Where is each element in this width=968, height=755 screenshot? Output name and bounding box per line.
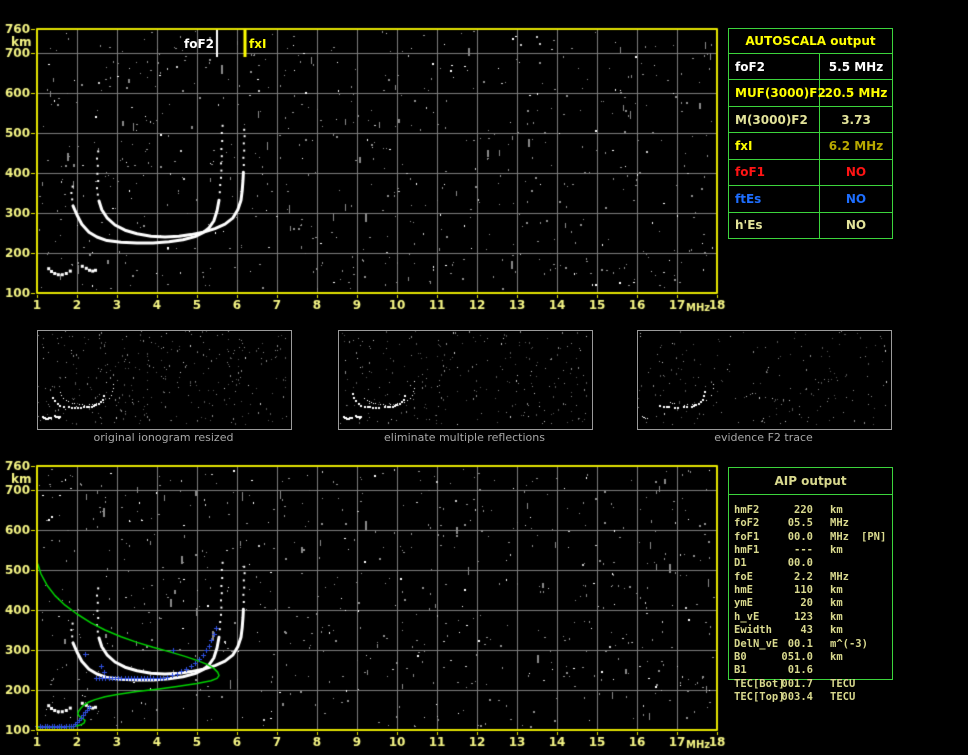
aip-name: hmF1 — [734, 544, 760, 557]
autoscala-row: MUF(3000)F2 20.5 MHz — [729, 80, 892, 107]
thumbnail-eliminate-canvas — [339, 331, 590, 427]
aip-name: hmF2 — [734, 504, 760, 516]
aip-row: B1 01.6 — [729, 664, 892, 677]
aip-unit: km — [830, 624, 843, 637]
autoscala-value: 3.73 — [841, 112, 871, 127]
aip-name: foF2 — [734, 517, 760, 530]
autoscala-row: ftEs NO — [729, 186, 892, 213]
thumbnail-evidence-canvas — [638, 331, 889, 427]
aip-unit: km — [830, 584, 843, 597]
autoscala-param: ftEs — [729, 186, 820, 212]
aip-unit: km — [830, 597, 843, 610]
autoscala-param: M(3000)F2 — [729, 106, 820, 133]
autoscala-row: foF1 NO — [729, 159, 892, 187]
aip-unit: km — [830, 504, 843, 516]
aip-unit: km — [830, 610, 843, 623]
aip-row: foF2 05.5 MHz — [729, 517, 892, 530]
thumbnail-original-ionogram — [37, 330, 292, 430]
aip-row: hmF2 220 km — [729, 504, 892, 517]
autoscala-table-title: AUTOSCALA output — [729, 29, 892, 54]
aip-row: Ewidth 43 km — [729, 624, 892, 637]
aip-value: 051.0 — [781, 650, 813, 663]
aip-unit: MHz — [830, 570, 849, 583]
aip-value: 01.6 — [787, 664, 813, 677]
aip-unit: MHz — [830, 517, 849, 530]
autoscala-param: MUF(3000)F2 — [729, 80, 826, 106]
autoscala-value: NO — [845, 191, 867, 206]
aip-note: [PN] — [861, 530, 887, 543]
autoscala-row: foF2 5.5 MHz — [729, 54, 892, 81]
autoscala-param: h'Es — [729, 212, 820, 238]
autoscala-param: foF1 — [729, 159, 820, 186]
aip-name: D1 — [734, 557, 747, 570]
autoscala-screen: Rome (lat: +41.8, lon: 012.5) - DATE: 20… — [0, 0, 968, 755]
aip-row: h_vE 123 km — [729, 611, 892, 624]
aip-name: B1 — [734, 664, 747, 677]
aip-value: 110 — [794, 584, 813, 597]
autoscala-row: h'Es NO — [729, 212, 892, 238]
thumbnail-caption-eliminate: eliminate multiple reflections — [384, 431, 545, 444]
aip-value: 00.1 — [787, 637, 813, 650]
aip-row: hmF1 --- km — [729, 544, 892, 557]
aip-name: h_vE — [734, 610, 760, 623]
aip-row: hmE 110 km — [729, 584, 892, 597]
aip-value: 123 — [794, 610, 813, 623]
aip-unit: TECU — [830, 677, 856, 690]
autoscala-value: 20.5 MHz — [824, 86, 888, 101]
aip-value: 00.0 — [787, 557, 813, 570]
thumbnail-evidence-f2 — [637, 330, 892, 430]
autoscala-value: 6.2 MHz — [828, 138, 884, 153]
autoscala-output-table: AUTOSCALA output foF2 5.5 MHz MUF(3000)F2 2… — [728, 28, 893, 239]
autoscala-value: NO — [845, 165, 867, 180]
aip-panel-rows: hmF2 220 km foF2 05.5 MHz foF1 00.0 MHz [PN] hmF1 -… — [729, 468, 892, 708]
aip-value: --- — [794, 544, 813, 557]
autoscala-param: foF2 — [729, 54, 820, 80]
aip-value: 003.4 — [781, 690, 813, 703]
fof2-marker-label: foF2 — [183, 37, 214, 51]
aip-row: TEC[Bot] 001.7 TECU — [729, 678, 892, 691]
aip-unit: m^(-3) — [830, 637, 868, 650]
aip-row: foF1 00.0 MHz [PN] — [729, 531, 892, 544]
aip-value: 43 — [800, 624, 813, 637]
aip-name: ymE — [734, 597, 753, 610]
autoscala-row: M(3000)F2 3.73 — [729, 106, 892, 134]
thumbnail-caption-evidence: evidence F2 trace — [714, 431, 813, 444]
aip-name: hmE — [734, 584, 753, 597]
aip-value: 001.7 — [781, 677, 813, 690]
aip-value: 220 — [794, 504, 813, 516]
aip-name: foE — [734, 570, 753, 583]
aip-output-panel: AIP output hmF2 220 km foF2 05.5 MHz foF1 00.0 M… — [728, 467, 893, 703]
aip-value: 2.2 — [794, 570, 813, 583]
aip-value: 05.5 — [787, 517, 813, 530]
autoscala-row: fxI 6.2 MHz — [729, 133, 892, 160]
aip-row: B0 051.0 km — [729, 651, 892, 664]
thumbnail-caption-original: original ionogram resized — [93, 431, 234, 444]
aip-value: 00.0 — [787, 530, 813, 543]
aip-unit: km — [830, 650, 843, 663]
aip-row: ymE 20 km — [729, 597, 892, 610]
thumbnail-eliminate-reflections — [338, 330, 593, 430]
autoscala-table-rows: foF2 5.5 MHz MUF(3000)F2 20.5 MHz M(3000)F2 3… — [729, 54, 892, 238]
aip-value: 20 — [800, 597, 813, 610]
aip-name: B0 — [734, 650, 747, 663]
aip-unit: TECU — [830, 690, 856, 703]
fxi-marker-label: fxI — [249, 37, 267, 51]
aip-name: Ewidth — [734, 624, 772, 637]
autoscala-value: 5.5 MHz — [828, 59, 884, 74]
aip-name: foF1 — [734, 530, 760, 543]
thumbnail-original-canvas — [38, 331, 289, 427]
aip-unit: MHz — [830, 530, 849, 543]
aip-unit: km — [830, 544, 843, 557]
aip-row: D1 00.0 — [729, 557, 892, 570]
aip-row: foE 2.2 MHz — [729, 571, 892, 584]
autoscala-param: fxI — [729, 133, 820, 159]
aip-row: TEC[Top] 003.4 TECU — [729, 691, 892, 704]
autoscala-value: NO — [845, 218, 867, 233]
aip-row: DelN_vE 00.1 m^(-3) — [729, 638, 892, 651]
